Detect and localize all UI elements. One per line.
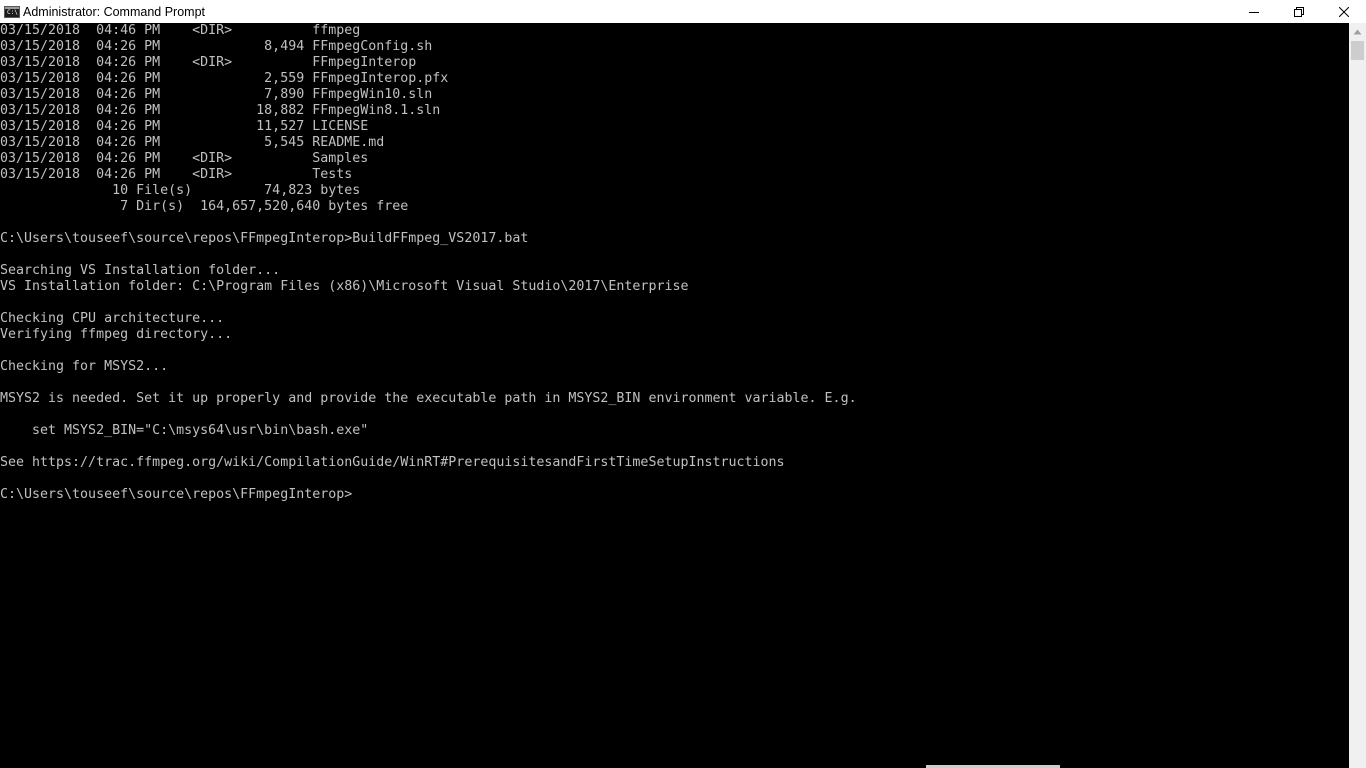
console-line: 03/15/2018 04:26 PM 11,527 LICENSE	[0, 119, 369, 134]
vertical-scroll-thumb[interactable]	[1351, 41, 1364, 60]
minimize-icon	[1248, 11, 1259, 13]
scroll-up-button[interactable]	[1349, 23, 1366, 40]
console-line: MSYS2 is needed. Set it up properly and …	[0, 391, 857, 406]
window-controls	[1231, 0, 1366, 23]
console-line: 03/15/2018 04:26 PM <DIR> Tests	[0, 167, 353, 182]
restore-button[interactable]	[1276, 0, 1321, 23]
console-line: 03/15/2018 04:46 PM <DIR> ffmpeg	[0, 23, 361, 38]
minimize-button[interactable]	[1231, 0, 1276, 23]
console-line: C:\Users\touseef\source\repos\FFmpegInte…	[0, 487, 353, 502]
console-line: See https://trac.ffmpeg.org/wiki/Compila…	[0, 455, 785, 470]
console-line: Checking for MSYS2...	[0, 359, 169, 374]
console-text: 03/15/2018 04:46 PM <DIR> ffmpeg 03/15/20…	[0, 23, 1349, 503]
app-icon-label: C:\	[7, 8, 18, 16]
console-line: 7 Dir(s) 164,657,520,640 bytes free	[0, 199, 409, 214]
console-line: 03/15/2018 04:26 PM 7,890 FFmpegWin10.sl…	[0, 87, 433, 102]
title-bar[interactable]: C:\ Administrator: Command Prompt	[0, 0, 1366, 23]
console-line: set MSYS2_BIN="C:\msys64\usr\bin\bash.ex…	[0, 423, 369, 438]
command-prompt-icon[interactable]: C:\	[4, 5, 20, 18]
console-line: Checking CPU architecture...	[0, 311, 225, 326]
command-prompt-window: C:\ Administrator: Command Prompt 03/15/…	[0, 0, 1366, 768]
console-line: 03/15/2018 04:26 PM 2,559 FFmpegInterop.…	[0, 71, 449, 86]
console-line: 03/15/2018 04:26 PM <DIR> FFmpegInterop	[0, 55, 417, 70]
console-line: 10 File(s) 74,823 bytes	[0, 183, 361, 198]
close-button[interactable]	[1321, 0, 1366, 23]
console-line: 03/15/2018 04:26 PM <DIR> Samples	[0, 151, 369, 166]
chevron-up-icon	[1353, 29, 1362, 34]
console-output[interactable]: 03/15/2018 04:46 PM <DIR> ffmpeg 03/15/20…	[0, 23, 1349, 768]
console-line: Verifying ffmpeg directory...	[0, 327, 233, 342]
console-line: Searching VS Installation folder...	[0, 263, 281, 278]
restore-icon	[1293, 6, 1304, 17]
close-icon	[1338, 6, 1349, 17]
console-line: 03/15/2018 04:26 PM 18,882 FFmpegWin8.1.…	[0, 103, 441, 118]
console-line: 03/15/2018 04:26 PM 8,494 FFmpegConfig.s…	[0, 39, 433, 54]
console-line: VS Installation folder: C:\Program Files…	[0, 279, 689, 294]
console-line: 03/15/2018 04:26 PM 5,545 README.md	[0, 135, 385, 150]
vertical-scrollbar[interactable]	[1349, 23, 1366, 768]
console-line: C:\Users\touseef\source\repos\FFmpegInte…	[0, 231, 529, 246]
window-title: Administrator: Command Prompt	[23, 4, 206, 19]
